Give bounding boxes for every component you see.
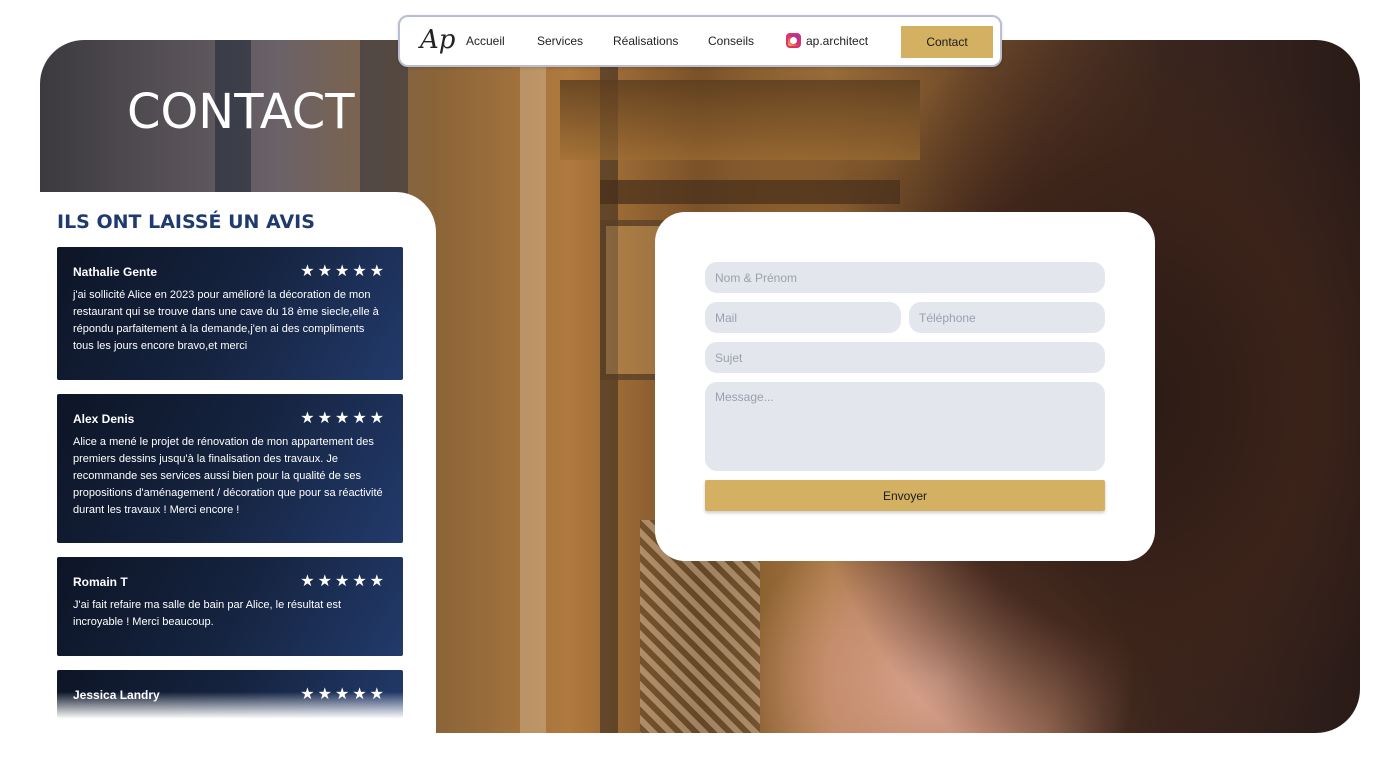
phone-field[interactable]: [909, 302, 1105, 333]
star-rating-icon: ★★★★★: [300, 263, 387, 280]
top-navigation: Ap Accueil Services Réalisations Conseil…: [398, 15, 1002, 67]
nav-item-instagram[interactable]: ap.architect: [806, 34, 868, 48]
brand-logo[interactable]: Ap: [420, 25, 455, 55]
star-rating-icon: ★★★★★: [300, 410, 387, 427]
message-textarea[interactable]: [705, 382, 1105, 471]
review-text: j'ai sollicité Alice en 2023 pour amélio…: [73, 289, 379, 352]
reviews-title: ILS ONT LAISSÉ UN AVIS: [57, 211, 315, 233]
name-input[interactable]: [705, 262, 1105, 293]
send-button[interactable]: Envoyer: [705, 480, 1105, 511]
review-card: Alex Denis ★★★★★ Alice a mené le projet …: [57, 394, 403, 543]
reviews-scroll-fade: [40, 692, 420, 722]
contact-button[interactable]: Contact: [901, 26, 993, 58]
review-text: J'ai fait refaire ma salle de bain par A…: [73, 599, 342, 628]
review-card: Nathalie Gente ★★★★★ j'ai sollicité Alic…: [57, 247, 403, 380]
instagram-icon[interactable]: [786, 33, 801, 48]
email-field[interactable]: [705, 302, 901, 333]
photo-ceiling-beam: [600, 180, 900, 204]
review-card: Romain T ★★★★★ J'ai fait refaire ma sall…: [57, 557, 403, 656]
page-title: CONTACT: [127, 84, 355, 140]
nav-item-realisations[interactable]: Réalisations: [613, 34, 678, 48]
review-text: Alice a mené le projet de rénovation de …: [73, 436, 383, 516]
subject-input[interactable]: [705, 342, 1105, 373]
nav-item-conseils[interactable]: Conseils: [708, 34, 754, 48]
photo-ceiling-beam: [560, 80, 920, 160]
contact-form: Envoyer: [655, 212, 1155, 561]
photo-column: [520, 40, 546, 733]
star-rating-icon: ★★★★★: [300, 573, 387, 590]
nav-item-accueil[interactable]: Accueil: [466, 34, 505, 48]
nav-item-services[interactable]: Services: [537, 34, 583, 48]
